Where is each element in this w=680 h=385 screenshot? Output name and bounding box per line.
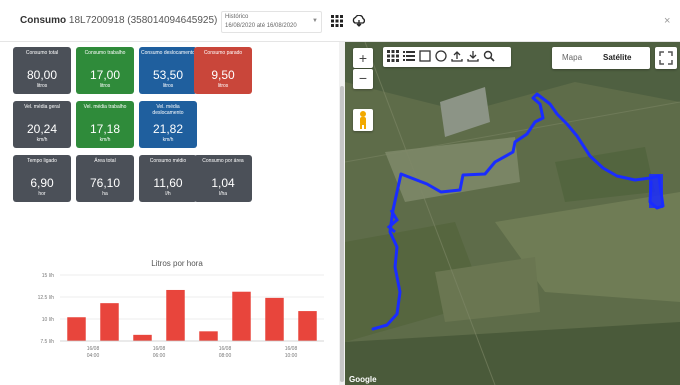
y-tick-label: 15 l/h xyxy=(42,273,54,279)
stat-tile: Consumo deslocamento 53,50 litros xyxy=(139,47,197,94)
bar[interactable] xyxy=(265,297,284,341)
stat-value: 1,04 xyxy=(211,176,235,190)
stat-tile: Consumo total 80,00 litros xyxy=(13,47,71,94)
stat-tile: Vel. média deslocamento 21,82 km/h xyxy=(139,101,197,148)
x-tick-label: 06:00 xyxy=(153,353,166,359)
stat-value: 21,82 xyxy=(152,122,184,136)
stat-tile: Consumo por área 1,04 l/ha xyxy=(194,155,252,202)
download-icon[interactable] xyxy=(467,50,479,62)
x-tick-label: 16/08 xyxy=(219,346,232,352)
circle-icon[interactable] xyxy=(435,50,447,62)
stat-value: 20,24 xyxy=(26,122,58,136)
bar[interactable] xyxy=(67,317,86,341)
stat-tile: Área total 76,10 ha xyxy=(76,155,134,202)
stat-label: Consumo médio xyxy=(149,158,187,164)
map-view[interactable]: + − Mapa Satélite Google xyxy=(345,42,680,385)
drawing-toolbar xyxy=(383,47,511,67)
y-tick-label: 7.5 l/h xyxy=(40,339,54,345)
stat-unit: km/h xyxy=(36,137,48,143)
bar[interactable] xyxy=(199,331,218,341)
stat-unit: ha xyxy=(102,191,108,197)
zoom-in-button[interactable]: + xyxy=(353,48,373,68)
device-id: 18L7200918 (358014094645925) xyxy=(68,15,218,26)
stat-tile: Consumo trabalho 17,00 litros xyxy=(76,47,134,94)
upload-icon[interactable] xyxy=(451,50,463,62)
stat-unit: litros xyxy=(99,83,111,89)
dialog-title: Consumo 18L7200918 (358014094645925) xyxy=(20,15,218,26)
history-label: Histórico xyxy=(225,14,249,20)
stat-tile: Vel. média geral 20,24 km/h xyxy=(13,101,71,148)
y-tick-label: 12.5 l/h xyxy=(38,295,55,301)
stat-value: 53,50 xyxy=(152,68,184,82)
history-range: 16/08/2020 até 16/08/2020 xyxy=(225,23,297,29)
stat-value: 80,00 xyxy=(26,68,58,82)
search-icon[interactable] xyxy=(483,50,495,62)
stat-label: Consumo por área xyxy=(202,158,244,164)
grid-icon[interactable] xyxy=(331,15,343,27)
chevron-down-icon: ▼ xyxy=(312,18,318,24)
x-tick-label: 08:00 xyxy=(219,353,232,359)
x-tick-label: 16/08 xyxy=(285,346,298,352)
liters-per-hour-chart: Litros por hora 15 l/h 12.5 l/h 10 l/h 7.5 … xyxy=(22,259,332,369)
stat-value: 11,60 xyxy=(153,176,183,190)
map-type-map-button[interactable]: Mapa xyxy=(562,53,582,62)
x-tick-label: 04:00 xyxy=(87,353,100,359)
stat-label: Consumo trabalho xyxy=(84,50,126,56)
close-icon[interactable]: × xyxy=(664,15,670,27)
stat-label: Consumo parado xyxy=(203,50,243,56)
bar[interactable] xyxy=(133,334,152,341)
stat-unit: litros xyxy=(162,83,174,89)
rectangle-icon[interactable] xyxy=(419,50,431,62)
stat-unit: l/ha xyxy=(218,191,228,197)
list-icon[interactable] xyxy=(403,50,415,62)
chart-svg: 15 l/h12.5 l/h10 l/h7.5 l/h16/0804:0016/… xyxy=(38,273,324,359)
x-tick-label: 16/08 xyxy=(87,346,100,352)
stats-panel: Consumo total 80,00 litros Consumo trabalho… xyxy=(0,42,345,385)
stat-label: Vel. média trabalho xyxy=(83,104,127,110)
stat-label: Vel. média geral xyxy=(24,104,60,110)
stat-label: Área total xyxy=(94,158,116,164)
fullscreen-icon xyxy=(659,51,673,65)
zoom-out-button[interactable]: − xyxy=(353,69,373,89)
stat-unit: litros xyxy=(217,83,229,89)
map-type-satellite-button[interactable]: Satélite xyxy=(603,53,631,62)
stat-unit: l/h xyxy=(165,191,171,197)
stat-value: 17,00 xyxy=(89,68,121,82)
stat-unit: litros xyxy=(36,83,48,89)
bar[interactable] xyxy=(100,303,119,341)
grid-icon[interactable] xyxy=(387,50,399,62)
map-type-control: Mapa Satélite xyxy=(552,47,650,69)
stat-value: 76,10 xyxy=(89,176,121,190)
bar[interactable] xyxy=(166,289,185,341)
x-tick-label: 10:00 xyxy=(285,353,298,359)
stat-label: Consumo deslocamento xyxy=(141,50,195,56)
scrollbar-thumb[interactable] xyxy=(340,86,344,382)
bar[interactable] xyxy=(298,311,317,341)
street-view-pegman-icon[interactable] xyxy=(353,109,373,131)
x-tick-label: 16/08 xyxy=(153,346,166,352)
stat-unit: km/h xyxy=(162,137,174,143)
stat-unit: hor xyxy=(38,191,46,197)
history-dropdown[interactable]: Histórico 16/08/2020 até 16/08/2020 ▼ xyxy=(221,11,322,33)
route-path xyxy=(371,92,665,331)
stat-tile: Consumo parado 9,50 litros xyxy=(194,47,252,94)
dialog-header: Consumo 18L7200918 (358014094645925) His… xyxy=(0,0,680,42)
google-attribution: Google xyxy=(349,375,377,384)
cloud-download-icon[interactable] xyxy=(352,15,366,27)
stat-tile: Tempo ligado 6,90 hor xyxy=(13,155,71,202)
y-tick-label: 10 l/h xyxy=(42,317,54,323)
stat-label: Vel. média deslocamento xyxy=(152,104,184,116)
stat-value: 9,50 xyxy=(211,68,235,82)
stat-label: Tempo ligado xyxy=(27,158,57,164)
stat-tile: Vel. média trabalho 17,18 km/h xyxy=(76,101,134,148)
fullscreen-button[interactable] xyxy=(655,47,677,69)
stat-value: 6,90 xyxy=(30,176,54,190)
bar[interactable] xyxy=(232,291,251,341)
stat-label: Consumo total xyxy=(25,50,59,56)
stat-tile: Consumo médio 11,60 l/h xyxy=(139,155,197,202)
stat-unit: km/h xyxy=(99,137,111,143)
stat-value: 17,18 xyxy=(89,122,121,136)
